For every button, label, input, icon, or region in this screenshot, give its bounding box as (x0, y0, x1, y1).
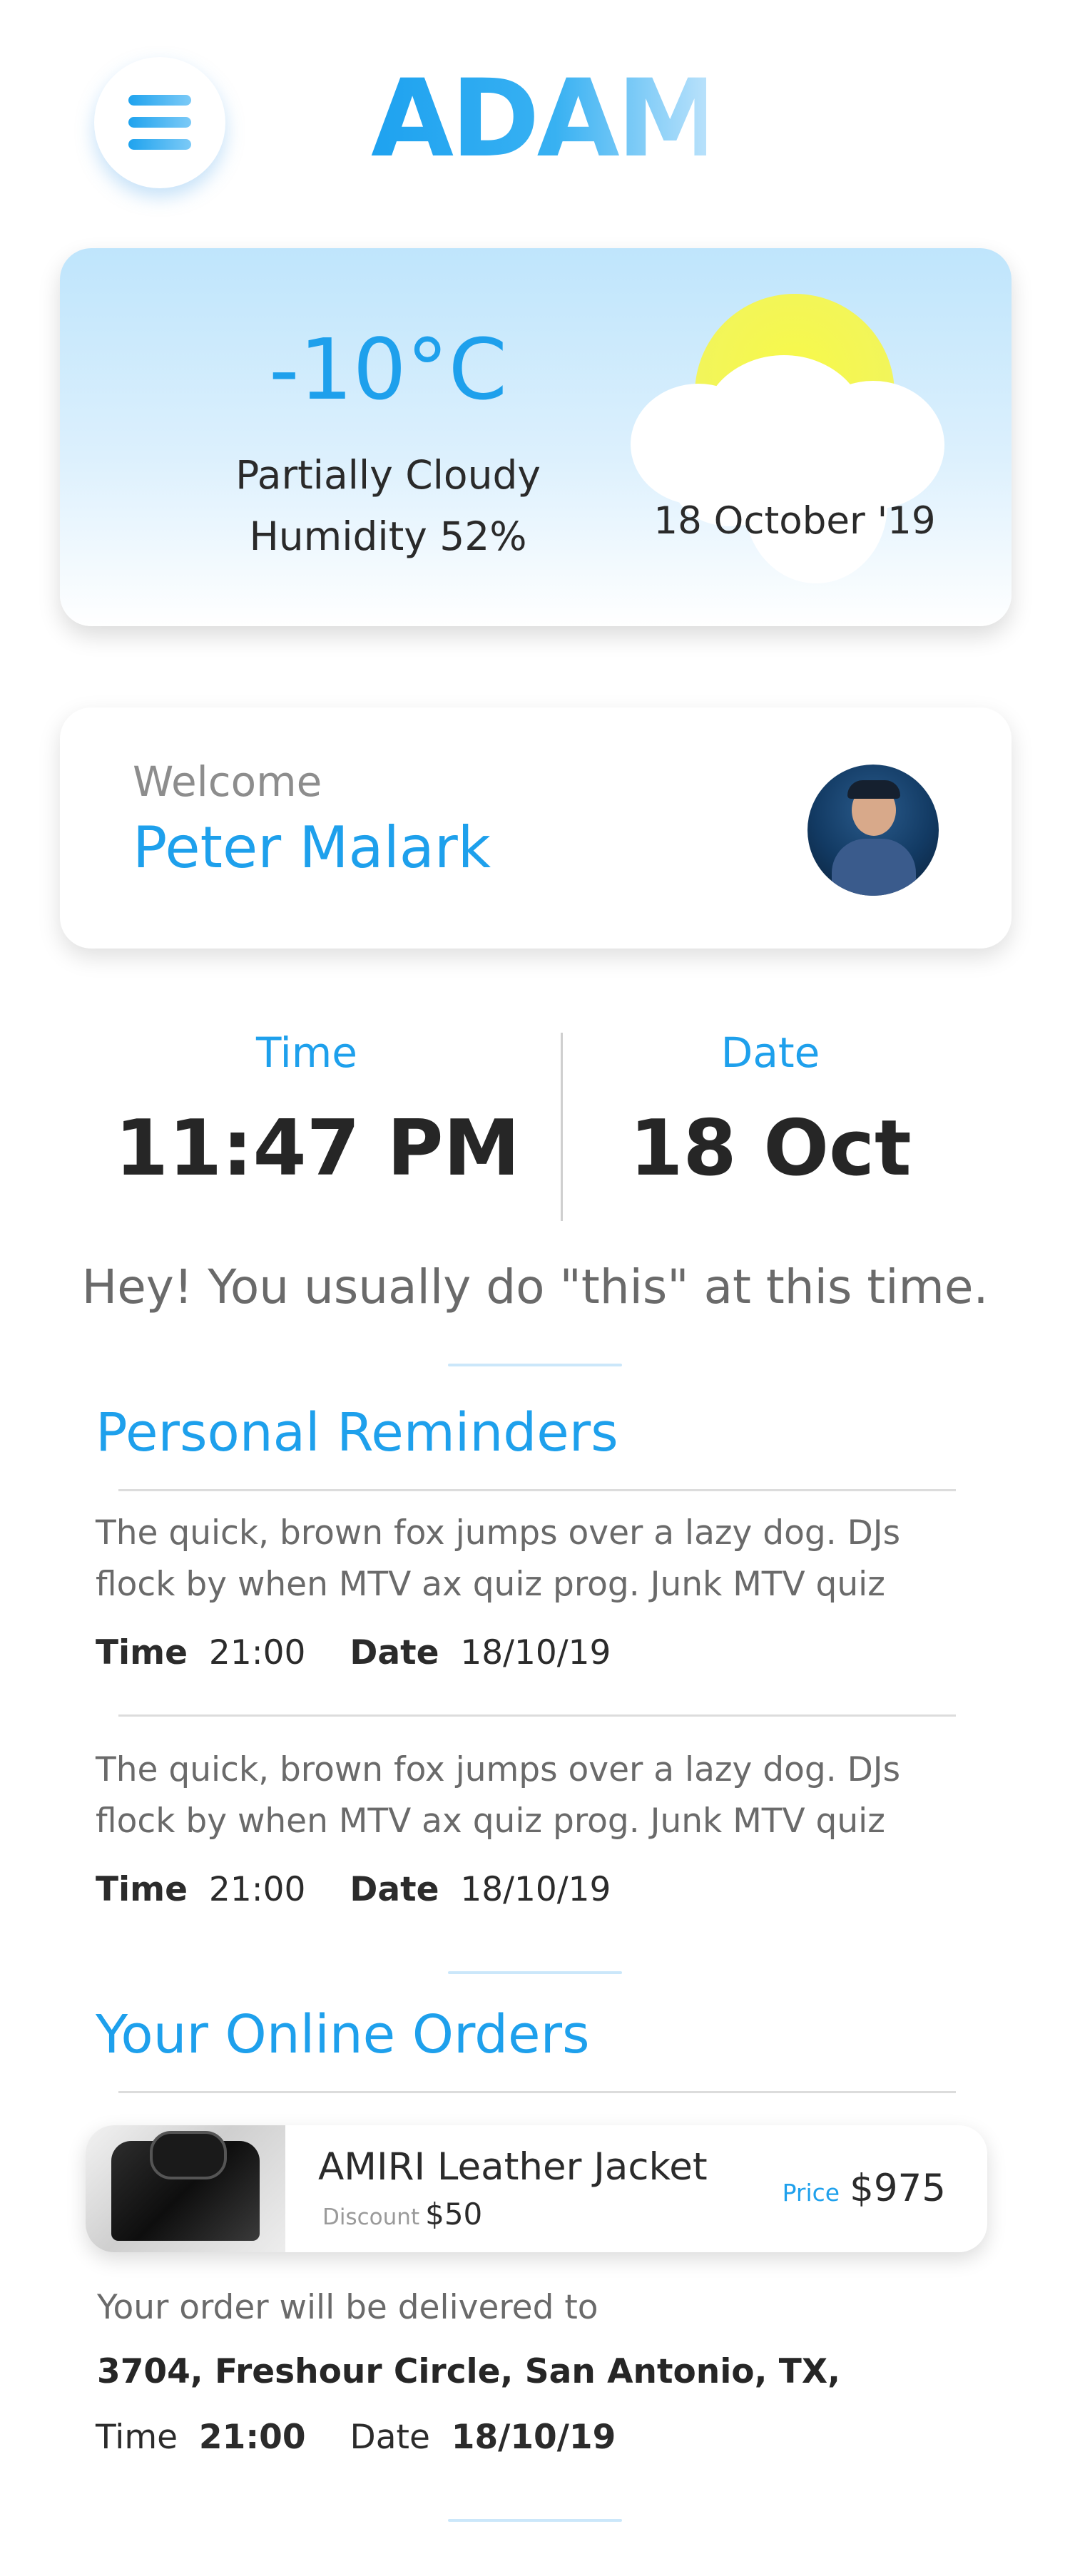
user-name: Peter Malark (133, 814, 491, 881)
suggestion-text: Hey! You usually do "this" at this time. (81, 1259, 989, 1314)
section-divider (448, 2519, 622, 2522)
app-logo: ADAM (371, 57, 723, 181)
date-label: Date (720, 1028, 820, 1077)
welcome-card: Welcome Peter Malark (60, 707, 1012, 949)
time-value: 11:47 PM (114, 1104, 520, 1193)
divider (118, 1714, 956, 1717)
hamburger-menu-icon (128, 95, 191, 150)
partly-cloudy-icon (60, 248, 1012, 626)
date-value: 18 Oct (629, 1104, 912, 1193)
divider (118, 2091, 956, 2093)
section-divider (448, 1971, 622, 1974)
time-label: Time (256, 1028, 357, 1077)
weather-card: -10°C Partially Cloudy Humidity 52% 18 O… (60, 248, 1012, 626)
reminders-title: Personal Reminders (96, 1402, 618, 1463)
reminder-meta: Time 21:00 Date 18/10/19 (96, 1633, 611, 1672)
product-name: AMIRI Leather Jacket (318, 2145, 708, 2189)
leather-jacket-image (86, 2125, 285, 2252)
welcome-label: Welcome (133, 757, 322, 806)
orders-title: Your Online Orders (96, 2004, 590, 2065)
section-divider (448, 1364, 622, 1366)
product-discount: Discount $50 (322, 2197, 483, 2232)
menu-button[interactable] (94, 57, 225, 188)
reminder-meta: Time 21:00 Date 18/10/19 (96, 1870, 611, 1909)
order-meta: Time 21:00 Date 18/10/19 (96, 2418, 616, 2457)
product-price: Price $975 (782, 2167, 946, 2210)
time-date-divider (561, 1033, 563, 1221)
order-card[interactable]: AMIRI Leather Jacket Discount $50 Price $9… (86, 2125, 987, 2252)
delivery-address: 3704, Freshour Circle, San Antonio, TX, (97, 2352, 840, 2391)
reminder-text[interactable]: The quick, brown fox jumps over a lazy d… (96, 1508, 987, 1610)
delivery-label: Your order will be delivered to (97, 2288, 598, 2327)
divider (118, 1489, 956, 1491)
weather-date: 18 October '19 (653, 499, 936, 543)
reminder-text[interactable]: The quick, brown fox jumps over a lazy d… (96, 1744, 987, 1847)
user-avatar[interactable] (807, 765, 939, 896)
